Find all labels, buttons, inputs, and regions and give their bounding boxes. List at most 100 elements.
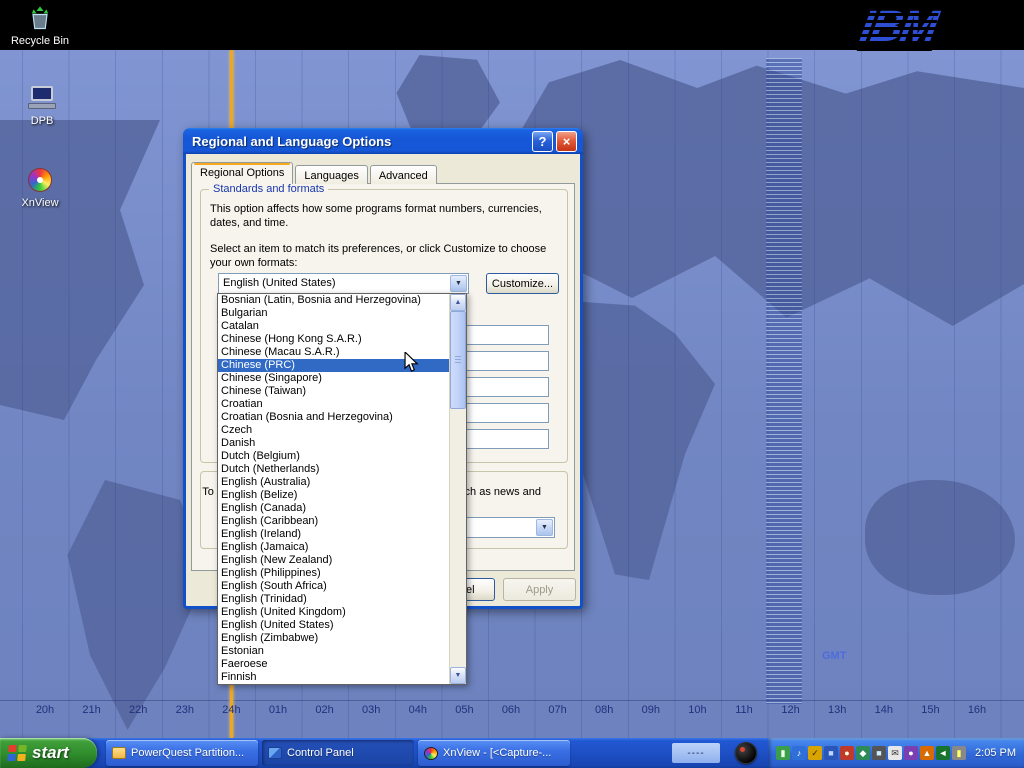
display-icon[interactable]: ■ bbox=[872, 746, 886, 760]
scroll-up-button[interactable]: ▲ bbox=[450, 294, 466, 311]
timezone-hour-label: 01h bbox=[263, 704, 293, 716]
standards-select-hint: Select an item to match its preferences,… bbox=[210, 242, 558, 270]
language-option[interactable]: English (Belize) bbox=[218, 489, 449, 502]
language-option[interactable]: English (Philippines) bbox=[218, 567, 449, 580]
tab-languages[interactable]: Languages bbox=[295, 165, 367, 184]
graphics-icon[interactable]: ▲ bbox=[920, 746, 934, 760]
recycle-bin-icon bbox=[25, 4, 55, 32]
language-option[interactable]: Croatian bbox=[218, 398, 449, 411]
desktop-icon-recycle-bin[interactable]: Recycle Bin bbox=[8, 4, 72, 47]
timezone-hour-label: 11h bbox=[729, 704, 759, 716]
language-option[interactable]: Chinese (Taiwan) bbox=[218, 385, 449, 398]
task-label: Control Panel bbox=[287, 747, 354, 759]
mouse-cursor bbox=[404, 352, 420, 379]
firewall-icon[interactable]: ● bbox=[840, 746, 854, 760]
language-list-scrollbar[interactable]: ▲ ▼ bbox=[449, 294, 466, 684]
taskbar-task[interactable]: Control Panel bbox=[262, 740, 414, 766]
format-combobox[interactable]: English (United States) ▼ bbox=[218, 273, 469, 294]
language-option[interactable]: Dutch (Belgium) bbox=[218, 450, 449, 463]
language-option[interactable]: English (South Africa) bbox=[218, 580, 449, 593]
timezone-hour-label: 20h bbox=[30, 704, 60, 716]
tab-regional-options[interactable]: Regional Options bbox=[191, 162, 293, 184]
language-list: Bosnian (Latin, Bosnia and Herzegovina)B… bbox=[217, 293, 467, 685]
help-button[interactable]: ? bbox=[532, 131, 553, 152]
gmt-label: GMT bbox=[822, 650, 846, 662]
scrollbar-thumb[interactable] bbox=[450, 311, 466, 409]
language-option[interactable]: English (Canada) bbox=[218, 502, 449, 515]
world-map-shape bbox=[865, 480, 1015, 595]
scroll-down-button[interactable]: ▼ bbox=[450, 667, 466, 684]
control-panel-icon bbox=[268, 747, 282, 759]
language-option[interactable]: English (Trinidad) bbox=[218, 593, 449, 606]
network-icon[interactable]: ■ bbox=[824, 746, 838, 760]
language-option[interactable]: Chinese (Hong Kong S.A.R.) bbox=[218, 333, 449, 346]
language-option[interactable]: Bosnian (Latin, Bosnia and Herzegovina) bbox=[218, 294, 449, 307]
desktop-icon-label: DPB bbox=[10, 115, 74, 127]
timezone-hour-label: 13h bbox=[822, 704, 852, 716]
timezone-hour-label: 02h bbox=[310, 704, 340, 716]
world-map-shape bbox=[0, 120, 160, 420]
start-button[interactable]: start bbox=[0, 738, 97, 768]
battery-icon[interactable]: ▮ bbox=[952, 746, 966, 760]
folder-icon bbox=[112, 747, 126, 759]
language-option[interactable]: Faeroese bbox=[218, 658, 449, 671]
language-option[interactable]: Danish bbox=[218, 437, 449, 450]
timezone-hour-label: 22h bbox=[123, 704, 153, 716]
timezone-hour-label: 09h bbox=[636, 704, 666, 716]
xnview-icon bbox=[25, 166, 55, 194]
language-option[interactable]: English (Australia) bbox=[218, 476, 449, 489]
language-option[interactable]: English (Caribbean) bbox=[218, 515, 449, 528]
language-option[interactable]: English (Ireland) bbox=[218, 528, 449, 541]
dialog-tabs: Regional Options Languages Advanced bbox=[191, 162, 439, 184]
taskbar-task[interactable]: XnView - [<Capture-... bbox=[418, 740, 570, 766]
volume-icon[interactable]: ♪ bbox=[792, 746, 806, 760]
messenger-icon[interactable]: ◄ bbox=[936, 746, 950, 760]
language-option[interactable]: Bulgarian bbox=[218, 307, 449, 320]
timezone-hour-label: 21h bbox=[77, 704, 107, 716]
scheduler-icon[interactable]: ● bbox=[904, 746, 918, 760]
desktop-screen: 20h21h22h23h24h01h02h03h04h05h06h07h08h0… bbox=[0, 0, 1024, 768]
language-option[interactable]: Finnish bbox=[218, 671, 449, 684]
hour-axis-line bbox=[0, 700, 1024, 701]
start-label: start bbox=[32, 743, 69, 763]
desktop-icon-xnview[interactable]: XnView bbox=[8, 166, 72, 209]
language-option[interactable]: English (New Zealand) bbox=[218, 554, 449, 567]
timezone-hour-label: 24h bbox=[216, 704, 246, 716]
customize-button[interactable]: Customize... bbox=[486, 273, 559, 294]
dialog-title: Regional and Language Options bbox=[189, 134, 529, 149]
chevron-down-icon[interactable]: ▼ bbox=[536, 519, 553, 536]
mail-icon[interactable]: ✉ bbox=[888, 746, 902, 760]
timezone-hour-label: 12h bbox=[776, 704, 806, 716]
format-combobox-value: English (United States) bbox=[223, 277, 448, 289]
taskbar-tasks: PowerQuest Partition... Control Panel XnVi… bbox=[106, 740, 570, 766]
chevron-down-icon[interactable]: ▼ bbox=[450, 275, 467, 292]
language-option[interactable]: English (Zimbabwe) bbox=[218, 632, 449, 645]
timezone-hatch-band bbox=[766, 58, 802, 704]
language-option[interactable]: English (Jamaica) bbox=[218, 541, 449, 554]
apply-button[interactable]: Apply bbox=[503, 578, 576, 601]
taskbar-deskband[interactable]: ---- bbox=[672, 743, 720, 763]
timezone-hour-label: 05h bbox=[449, 704, 479, 716]
language-option[interactable]: English (United Kingdom) bbox=[218, 606, 449, 619]
close-button[interactable]: × bbox=[556, 131, 577, 152]
timezone-hour-label: 10h bbox=[682, 704, 712, 716]
timezone-hour-label: 15h bbox=[915, 704, 945, 716]
timezone-hour-label: 07h bbox=[543, 704, 573, 716]
dialog-titlebar[interactable]: Regional and Language Options ? × bbox=[183, 128, 583, 154]
language-option[interactable]: Czech bbox=[218, 424, 449, 437]
tab-advanced[interactable]: Advanced bbox=[370, 165, 437, 184]
language-option[interactable]: Estonian bbox=[218, 645, 449, 658]
taskbar-clock[interactable]: 2:05 PM bbox=[969, 747, 1016, 759]
usb-icon[interactable]: ▮ bbox=[776, 746, 790, 760]
language-option[interactable]: Dutch (Netherlands) bbox=[218, 463, 449, 476]
desktop-icon-dpb[interactable]: DPB bbox=[10, 84, 74, 127]
task-label: XnView - [<Capture-... bbox=[443, 747, 551, 759]
language-option[interactable]: Catalan bbox=[218, 320, 449, 333]
taskbar-app-icon[interactable] bbox=[735, 742, 757, 764]
taskbar-task[interactable]: PowerQuest Partition... bbox=[106, 740, 258, 766]
antivirus-icon[interactable]: ✓ bbox=[808, 746, 822, 760]
xnview-icon bbox=[424, 747, 438, 760]
update-icon[interactable]: ◆ bbox=[856, 746, 870, 760]
language-option[interactable]: Croatian (Bosnia and Herzegovina) bbox=[218, 411, 449, 424]
language-option[interactable]: English (United States) bbox=[218, 619, 449, 632]
